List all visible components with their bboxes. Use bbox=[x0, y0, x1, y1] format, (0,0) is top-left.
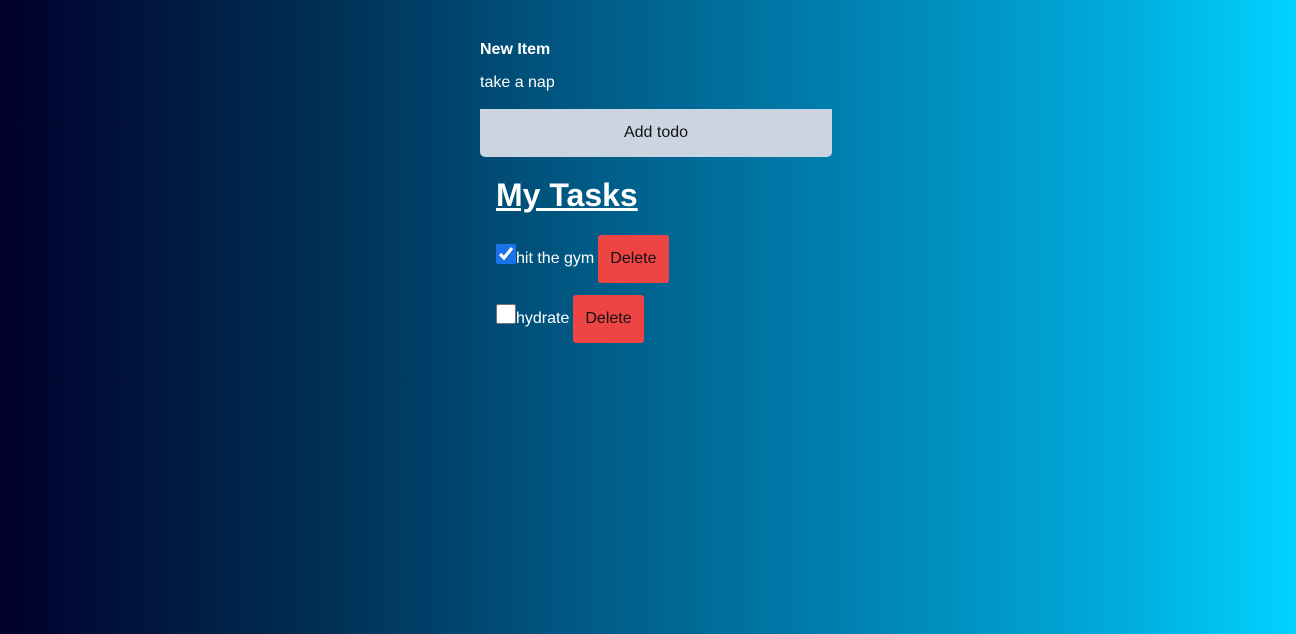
new-item-input[interactable] bbox=[480, 72, 832, 94]
add-todo-button[interactable]: Add todo bbox=[480, 109, 832, 157]
tasks-title: My Tasks bbox=[496, 177, 638, 213]
task-label: hit the gym bbox=[516, 250, 595, 267]
task-checkbox[interactable] bbox=[496, 244, 516, 264]
todo-app: New Item Add todo My Tasks hit the gym D… bbox=[480, 40, 832, 355]
task-list: hit the gym Delete hydrate Delete bbox=[496, 235, 832, 343]
tasks-section: My Tasks hit the gym Delete hydrate Dele… bbox=[480, 177, 832, 343]
task-item: hydrate Delete bbox=[496, 295, 832, 343]
new-item-form: New Item Add todo bbox=[480, 40, 832, 157]
task-item: hit the gym Delete bbox=[496, 235, 832, 283]
delete-task-button[interactable]: Delete bbox=[573, 295, 644, 343]
task-label: hydrate bbox=[516, 310, 570, 327]
task-checkbox[interactable] bbox=[496, 304, 516, 324]
new-item-label: New Item bbox=[480, 41, 551, 58]
delete-task-button[interactable]: Delete bbox=[598, 235, 669, 283]
